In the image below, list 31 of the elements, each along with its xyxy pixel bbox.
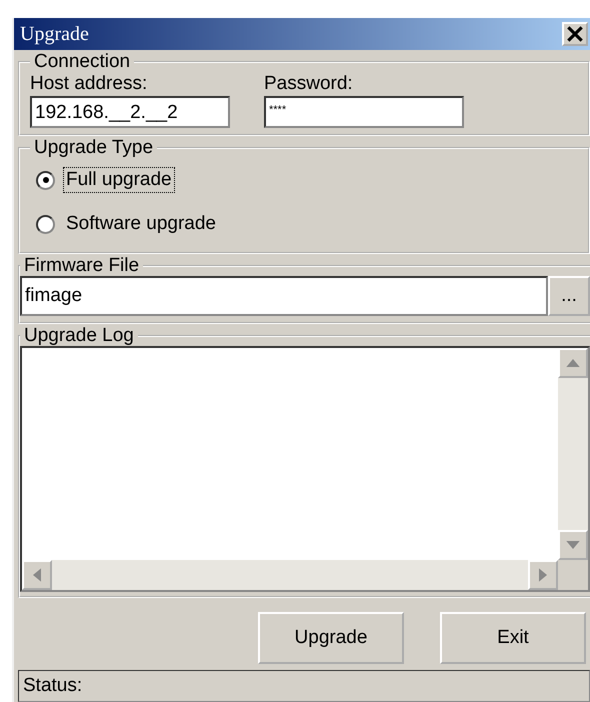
group-title: Upgrade Log [23, 326, 135, 346]
vertical-scrollbar[interactable] [558, 348, 588, 560]
close-icon [567, 26, 583, 42]
radio-button[interactable] [36, 170, 55, 190]
password-field[interactable]: **** [264, 96, 464, 128]
group-title: Upgrade Type [33, 138, 154, 158]
horizontal-scrollbar[interactable] [22, 560, 558, 590]
radio-label[interactable]: Full upgrade [63, 167, 175, 193]
upgrade-button[interactable]: Upgrade [258, 612, 404, 664]
field-label: Password: [264, 72, 354, 96]
scroll-left-button[interactable] [22, 560, 52, 590]
scroll-down-button[interactable] [558, 530, 588, 560]
host-address-field[interactable]: 192.168.__2.__2 [30, 96, 230, 128]
scroll-right-button[interactable] [528, 560, 558, 590]
scroll-up-button[interactable] [558, 348, 588, 378]
up-arrow-icon [566, 359, 580, 367]
window-title: Upgrade [20, 22, 89, 46]
field-label: Host address: [30, 72, 148, 96]
right-arrow-icon [539, 568, 547, 582]
radio-label[interactable]: Software upgrade [63, 211, 219, 237]
status-bar: Status: [18, 670, 590, 702]
down-arrow-icon [566, 541, 580, 549]
firmware-file-field[interactable]: fimage [20, 276, 548, 316]
radio-button[interactable] [36, 214, 55, 234]
group-title: Connection [33, 52, 132, 72]
exit-button[interactable]: Exit [440, 612, 586, 664]
close-button[interactable] [562, 22, 588, 46]
scrollbar-corner [558, 560, 588, 590]
group-title: Firmware File [23, 256, 140, 276]
left-arrow-icon [33, 568, 41, 582]
browse-button[interactable]: ... [548, 276, 590, 316]
